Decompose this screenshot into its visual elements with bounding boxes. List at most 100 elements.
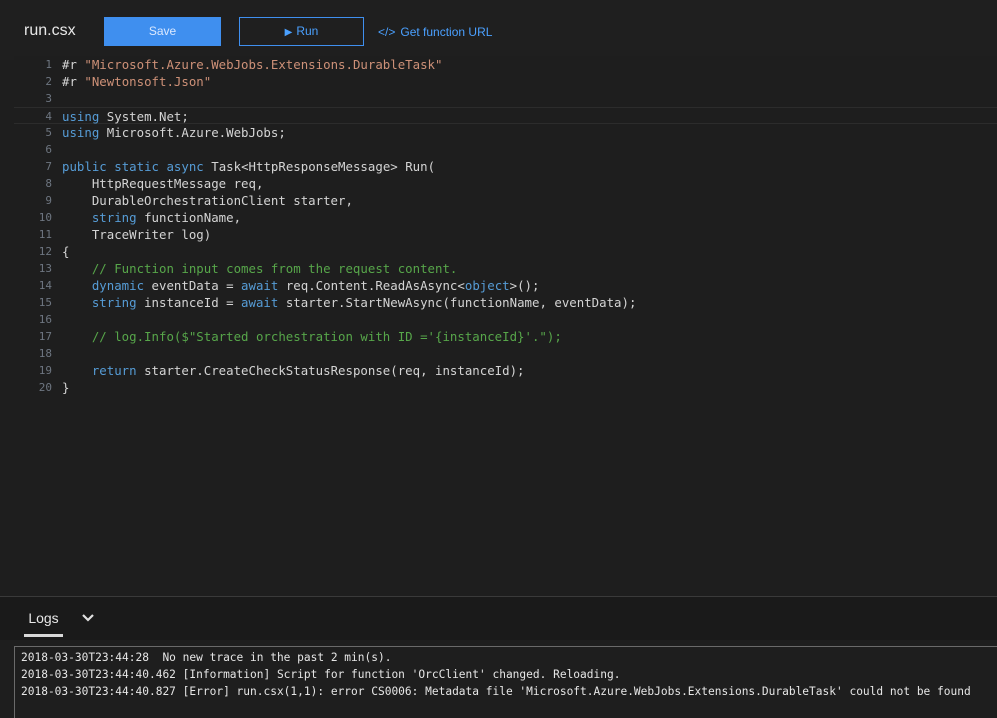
- code-text: HttpRequestMessage req,: [62, 175, 264, 192]
- code-token: // log.Info($"Started orchestration with…: [91, 329, 562, 344]
- line-number: 8: [45, 177, 52, 190]
- line-number: 12: [38, 245, 52, 258]
- line-number: 2: [45, 75, 52, 88]
- logs-tab[interactable]: Logs: [24, 609, 63, 637]
- line-number: 4: [45, 110, 52, 123]
- code-text: dynamic eventData = await req.Content.Re…: [62, 277, 540, 294]
- code-line[interactable]: 19 return starter.CreateCheckStatusRespo…: [14, 362, 997, 379]
- code-token: object: [464, 278, 510, 293]
- code-line[interactable]: 15 string instanceId = await starter.Sta…: [14, 294, 997, 311]
- code-token: // Function input comes from the request…: [91, 261, 458, 276]
- code-token: Task<HttpResponseMessage> Run(: [203, 159, 436, 174]
- code-line[interactable]: 4 using System.Net;: [14, 107, 997, 124]
- code-text: using Microsoft.Azure.WebJobs;: [62, 124, 286, 141]
- code-text: string instanceId = await starter.StartN…: [62, 294, 637, 311]
- line-number: 10: [38, 211, 52, 224]
- save-button[interactable]: Save: [104, 17, 221, 46]
- code-token: System.Net;: [99, 109, 189, 124]
- code-text: #r "Newtonsoft.Json": [62, 73, 211, 90]
- line-number: 14: [38, 279, 52, 292]
- code-line[interactable]: 10 string functionName,: [14, 209, 997, 226]
- code-text: // Function input comes from the request…: [62, 260, 458, 277]
- line-number: 15: [38, 296, 52, 309]
- logs-header: Logs: [0, 596, 997, 640]
- line-number: 6: [45, 143, 52, 156]
- code-line[interactable]: 18: [14, 345, 997, 362]
- code-editor[interactable]: 1 #r "Microsoft.Azure.WebJobs.Extensions.…: [14, 56, 997, 596]
- get-function-url-link[interactable]: </> Get function URL: [378, 24, 492, 40]
- code-line[interactable]: 3: [14, 90, 997, 107]
- code-text: string functionName,: [62, 209, 241, 226]
- code-token: "Newtonsoft.Json": [84, 74, 212, 89]
- code-text: // log.Info($"Started orchestration with…: [62, 328, 562, 345]
- code-line[interactable]: 14 dynamic eventData = await req.Content…: [14, 277, 997, 294]
- code-token: TraceWriter log): [62, 227, 212, 242]
- code-token: Microsoft.Azure.WebJobs;: [99, 125, 286, 140]
- run-button-label: Run: [296, 24, 319, 38]
- line-number: 18: [38, 347, 52, 360]
- code-token: await: [241, 295, 279, 310]
- code-token: string: [91, 210, 137, 225]
- line-number: 20: [38, 381, 52, 394]
- get-function-url-label: Get function URL: [400, 25, 493, 39]
- code-line[interactable]: 13 // Function input comes from the requ…: [14, 260, 997, 277]
- line-number: 7: [45, 160, 52, 173]
- code-line[interactable]: 17 // log.Info($"Started orchestration w…: [14, 328, 997, 345]
- logs-output: 2018-03-30T23:44:28 No new trace in the …: [14, 646, 997, 718]
- code-line[interactable]: 9 DurableOrchestrationClient starter,: [14, 192, 997, 209]
- code-token: functionName,: [136, 210, 242, 225]
- code-token: dynamic: [91, 278, 145, 293]
- chevron-down-icon[interactable]: [78, 607, 98, 627]
- code-text: #r "Microsoft.Azure.WebJobs.Extensions.D…: [62, 56, 442, 73]
- code-line[interactable]: 12 {: [14, 243, 997, 260]
- code-token: using: [62, 125, 100, 140]
- code-token: public: [62, 159, 107, 174]
- code-line[interactable]: 11 TraceWriter log): [14, 226, 997, 243]
- code-token: await: [241, 278, 279, 293]
- line-number: 13: [38, 262, 52, 275]
- code-token: HttpRequestMessage req,: [62, 176, 264, 191]
- code-text: return starter.CreateCheckStatusResponse…: [62, 362, 525, 379]
- code-token: starter.CreateCheckStatusResponse(req, i…: [136, 363, 525, 378]
- code-line[interactable]: 1 #r "Microsoft.Azure.WebJobs.Extensions.…: [14, 56, 997, 73]
- log-entry: 2018-03-30T23:44:40.827 [Error] run.csx(…: [21, 685, 971, 698]
- log-entry: 2018-03-30T23:44:28 No new trace in the …: [21, 651, 392, 664]
- code-line[interactable]: 6: [14, 141, 997, 158]
- code-token: "Microsoft.Azure.WebJobs.Extensions.Dura…: [84, 57, 443, 72]
- code-token: #r: [62, 74, 85, 89]
- run-button[interactable]: ▶ Run: [239, 17, 364, 46]
- line-number: 3: [45, 92, 52, 105]
- code-token: DurableOrchestrationClient starter,: [62, 193, 353, 208]
- line-number: 5: [45, 126, 52, 139]
- line-number: 19: [38, 364, 52, 377]
- code-token: #r: [62, 57, 85, 72]
- code-line[interactable]: 2 #r "Newtonsoft.Json": [14, 73, 997, 90]
- code-line[interactable]: 5 using Microsoft.Azure.WebJobs;: [14, 124, 997, 141]
- code-token: return: [91, 363, 137, 378]
- code-line[interactable]: 7 public static async Task<HttpResponseMe…: [14, 158, 997, 175]
- code-line[interactable]: 16: [14, 311, 997, 328]
- toolbar: run.csx Save ▶ Run </> Get function URL: [0, 0, 997, 60]
- code-line[interactable]: 20}: [14, 379, 997, 396]
- code-text: using System.Net;: [62, 108, 189, 125]
- code-token: >();: [509, 278, 540, 293]
- code-text: TraceWriter log): [62, 226, 211, 243]
- code-token: instanceId =: [136, 295, 242, 310]
- code-text: {: [62, 243, 69, 260]
- line-number: 11: [38, 228, 52, 241]
- code-token: eventData =: [144, 278, 242, 293]
- code-icon: </>: [378, 25, 396, 39]
- code-token: static: [114, 159, 159, 174]
- code-line[interactable]: 8 HttpRequestMessage req,: [14, 175, 997, 192]
- file-name-title: run.csx: [24, 22, 76, 39]
- code-text: DurableOrchestrationClient starter,: [62, 192, 353, 209]
- play-icon: ▶: [284, 27, 293, 38]
- log-entry: 2018-03-30T23:44:40.462 [Information] Sc…: [21, 668, 621, 681]
- line-number: 9: [45, 194, 52, 207]
